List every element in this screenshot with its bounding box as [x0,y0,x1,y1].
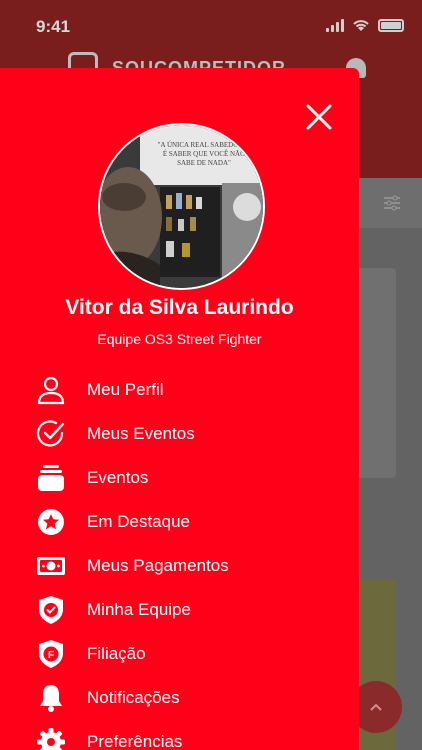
badge-letter: F [48,650,54,661]
menu-item-meus-eventos[interactable]: Meus Eventos [0,412,359,456]
status-icons [326,18,404,32]
battery-icon [378,18,404,32]
menu-item-em-destaque[interactable]: Em Destaque [0,500,359,544]
avatar[interactable]: "A ÚNICA REAL SABEDORIA É SABER QUE VOCÊ… [98,123,265,290]
menu-item-minha-equipe[interactable]: Minha Equipe [0,588,359,632]
avatar-photo: "A ÚNICA REAL SABEDORIA É SABER QUE VOCÊ… [100,125,263,288]
menu-item-preferencias[interactable]: Preferências [0,720,359,750]
close-button[interactable] [300,98,338,136]
avatar-quote-line-1: "A ÚNICA REAL SABEDORIA [158,141,251,149]
menu-label: Meu Perfil [87,380,164,399]
menu-item-meus-pagamentos[interactable]: Meus Pagamentos [0,544,359,588]
background-card [354,268,396,478]
close-icon [306,104,332,130]
user-team: Equipe OS3 Street Fighter [97,331,262,347]
menu-item-meu-perfil[interactable]: Meu Perfil [0,368,359,412]
check-circle-icon [36,419,66,449]
status-time: 9:41 [36,17,71,36]
money-icon [36,551,66,581]
menu-item-filiacao[interactable]: F Filiação [0,632,359,676]
bell-icon [36,683,66,713]
menu-item-eventos[interactable]: Eventos [0,456,359,500]
menu-label: Eventos [87,468,149,487]
menu-label: Preferências [87,732,183,750]
signal-icon [326,18,344,32]
menu-label: Meus Eventos [87,424,195,443]
gear-icon [36,727,66,750]
status-bar: 9:41 [0,0,422,54]
menu-label: Notificações [87,688,180,707]
user-name: Vitor da Silva Laurindo [65,296,294,319]
menu-label: Minha Equipe [87,600,191,619]
filter-icon [384,195,400,211]
badge-f-icon: F [36,639,66,669]
chevron-up-icon [370,703,382,711]
menu-label: Filiação [87,644,146,663]
avatar-quote-line-3: SABE DE NADA" [177,159,231,167]
menu-label: Em Destaque [87,512,190,531]
shield-check-icon [36,595,66,625]
star-circle-icon [36,507,66,537]
avatar-quote-line-2: É SABER QUE VOCÊ NÃO [163,150,245,158]
menu-item-notificacoes[interactable]: Notificações [0,676,359,720]
menu-label: Meus Pagamentos [87,556,229,575]
wifi-icon [353,19,369,31]
person-icon [36,375,66,405]
stack-icon [36,463,66,493]
drawer-menu: Meu Perfil Meus Eventos Eventos Em Desta… [0,368,359,750]
side-drawer: "A ÚNICA REAL SABEDORIA É SABER QUE VOCÊ… [0,68,359,750]
